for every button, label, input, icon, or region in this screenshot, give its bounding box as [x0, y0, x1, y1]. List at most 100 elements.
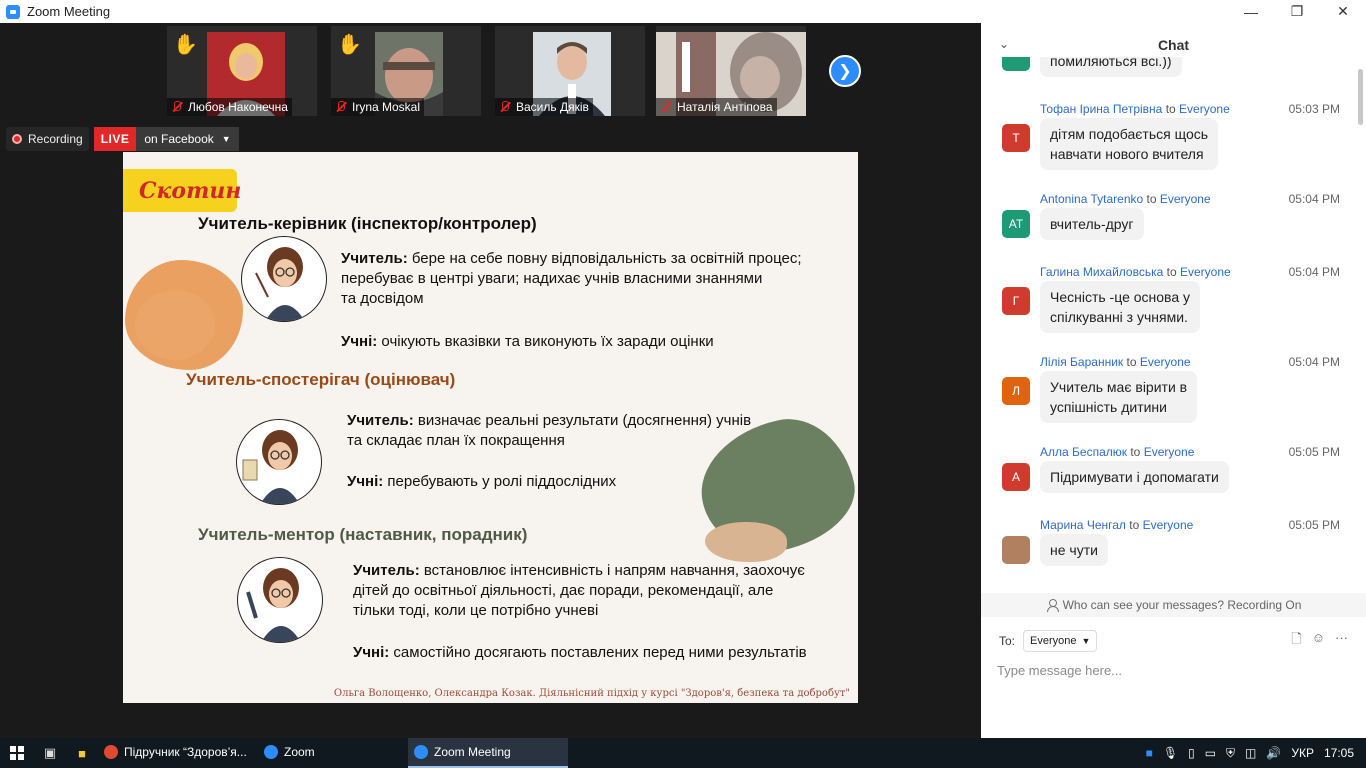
participant-tile[interactable]: ✋ Любов Наконечна — [167, 26, 317, 116]
recording-label: Recording — [28, 132, 83, 146]
person-icon — [1046, 599, 1059, 612]
visibility-note-text: Who can see your messages? Recording On — [1062, 598, 1302, 612]
emoji-icon[interactable]: ☺ — [1312, 630, 1325, 652]
participant-name: Наталія Антіпова — [677, 100, 773, 114]
slide-logo: Скотин — [123, 169, 241, 212]
start-button[interactable] — [0, 738, 34, 768]
message-bubble: Підримувати і допомагати — [1040, 461, 1229, 493]
section-teacher-text: Учитель: встановлює інтенсивність і напр… — [353, 562, 805, 619]
chat-message-input[interactable] — [997, 659, 1347, 681]
participant-name: Iryna Moskal — [352, 100, 421, 114]
battery-icon[interactable]: ▭ — [1205, 746, 1216, 760]
decorative-blob-orange — [125, 260, 243, 370]
taskbar-app-button[interactable]: Zoom — [258, 738, 408, 768]
minimize-button[interactable]: — — [1228, 0, 1274, 23]
language-indicator[interactable]: УКР — [1291, 746, 1314, 760]
section-teacher-text: Учитель: визначає реальні результати (до… — [347, 412, 752, 449]
section-students-text: Учні: перебувають у ролі піддослідних — [347, 473, 617, 490]
participant-strip: ✋ Любов Наконечна ✋ Iryna Moskal Василь … — [0, 23, 981, 123]
chat-message-list[interactable]: помиляються всі.)) Тофан Ірина Петрівна … — [981, 57, 1366, 591]
muted-mic-icon — [499, 101, 511, 113]
recipient-value: Everyone — [1030, 635, 1077, 647]
participant-name: Василь Дяків — [516, 100, 589, 114]
live-destination-dropdown[interactable]: on Facebook ▼ — [136, 127, 239, 151]
section-teacher-text: Учитель: бере на себе повну відповідальн… — [341, 250, 802, 307]
taskbar-app-button[interactable]: Підручник “Здоров’я... — [98, 738, 258, 768]
teacher-illustration — [237, 557, 323, 643]
participant-tile[interactable]: ✋ Iryna Moskal — [331, 26, 481, 116]
chevron-down-icon[interactable]: ⌄ — [999, 37, 1009, 51]
system-tray: ■ 🎙 ▯ ▭ ⛨ ◫ 🔊 УКР 17:05 — [1141, 738, 1366, 768]
recipient-dropdown[interactable]: Everyone ▼ — [1023, 630, 1098, 652]
message-time: 05:04 PM — [1288, 355, 1340, 369]
caret-down-icon: ▼ — [221, 134, 231, 144]
message-sender: Тофан Ірина Петрівна to Everyone — [1040, 102, 1230, 116]
section-heading: Учитель-ментор (наставник, порадник) — [198, 525, 528, 544]
slide-citation: Ольга Волощенко, Олександра Козак. Діяль… — [333, 688, 850, 699]
section-students-text: Учні: самостійно досягають поставлених п… — [353, 644, 807, 661]
message-sender: Antonina Tytarenko to Everyone — [1040, 192, 1211, 206]
windows-taskbar: ▣ ■ Підручник “Здоров’я... Zoom Zoom Meeti… — [0, 738, 1366, 768]
message-time: 05:05 PM — [1288, 518, 1340, 532]
network-icon[interactable]: ◫ — [1245, 746, 1256, 760]
file-icon[interactable]: 🗋 — [1291, 630, 1301, 652]
teacher-illustration — [236, 419, 322, 505]
logo-text: Скотин — [139, 177, 242, 204]
shared-screen-slide: Скотин Учитель-керівник (інспектор/контр… — [123, 152, 858, 703]
section-heading: Учитель-керівник (інспектор/контролер) — [198, 214, 537, 233]
raised-hand-icon: ✋ — [337, 34, 362, 56]
window-titlebar: Zoom Meeting — ❐ ✕ — [0, 0, 1366, 23]
app-icon — [264, 745, 278, 759]
message-sender: Лілія Баранник to Everyone — [1040, 355, 1191, 369]
chat-scrollbar[interactable] — [1358, 67, 1363, 587]
visibility-note[interactable]: Who can see your messages? Recording On — [981, 593, 1366, 617]
sender-avatar — [1002, 57, 1030, 71]
decorative-blob-tan — [705, 522, 787, 562]
clock[interactable]: 17:05 — [1324, 746, 1354, 760]
message-bubble: не чути — [1040, 534, 1108, 566]
raised-hand-icon: ✋ — [173, 34, 198, 56]
muted-mic-icon — [335, 101, 347, 113]
record-icon — [12, 134, 22, 144]
message-time: 05:04 PM — [1288, 192, 1340, 206]
security-icon[interactable]: ⛨ — [1226, 746, 1235, 761]
window-title: Zoom Meeting — [27, 4, 111, 19]
live-badge: LIVE — [93, 127, 137, 151]
sender-avatar: AT — [1002, 210, 1030, 238]
live-destination-label: on Facebook — [144, 132, 214, 146]
chat-panel: ⌄ Chat помиляються всі.)) Тофан Ірина Пе… — [981, 23, 1366, 738]
taskbar-app-button[interactable]: Zoom Meeting — [408, 738, 568, 768]
section-students-text: Учні: очікують вказівки та виконують їх … — [341, 333, 714, 350]
message-sender: Галина Михайловська to Everyone — [1040, 265, 1231, 279]
recipient-row: To: Everyone ▼ 🗋 ☺ ··· — [981, 629, 1366, 653]
sender-avatar: А — [1002, 463, 1030, 491]
message-bubble: Учитель має вірити в успішність дитини — [1040, 371, 1198, 423]
sender-avatar: Г — [1002, 287, 1030, 315]
message-sender: Алла Беспалюк to Everyone — [1040, 445, 1195, 459]
to-label: To: — [999, 634, 1016, 648]
zoom-tray-icon[interactable]: ■ — [1146, 746, 1153, 760]
usb-icon[interactable]: ▯ — [1188, 746, 1195, 760]
file-explorer-icon[interactable]: ■ — [66, 738, 98, 768]
more-options-icon[interactable]: ··· — [1335, 630, 1348, 652]
message-bubble: Чесність -це основа у спілкуванні з учням… — [1040, 281, 1201, 333]
next-participants-button[interactable]: ❯ — [829, 55, 861, 87]
teacher-illustration — [241, 236, 327, 322]
taskbar-app-label: Zoom Meeting — [434, 745, 511, 759]
message-sender: Марина Ченгал to Everyone — [1040, 518, 1194, 532]
task-view-icon[interactable]: ▣ — [34, 738, 66, 768]
message-time: 05:04 PM — [1288, 265, 1340, 279]
caret-down-icon: ▼ — [1081, 636, 1091, 646]
app-icon — [104, 745, 118, 759]
muted-mic-icon — [660, 101, 672, 113]
sender-avatar: Л — [1002, 377, 1030, 405]
participant-tile[interactable]: Василь Дяків — [495, 26, 645, 116]
volume-icon[interactable]: 🔊 — [1266, 746, 1281, 760]
maximize-button[interactable]: ❐ — [1274, 0, 1320, 23]
recording-indicator[interactable]: Recording — [6, 127, 89, 151]
muted-mic-icon — [171, 101, 183, 113]
close-button[interactable]: ✕ — [1320, 0, 1366, 23]
participant-tile[interactable]: Наталія Антіпова — [656, 26, 806, 116]
microphone-icon[interactable]: 🎙 — [1163, 746, 1178, 760]
message-bubble: помиляються всі.)) — [1040, 57, 1182, 77]
